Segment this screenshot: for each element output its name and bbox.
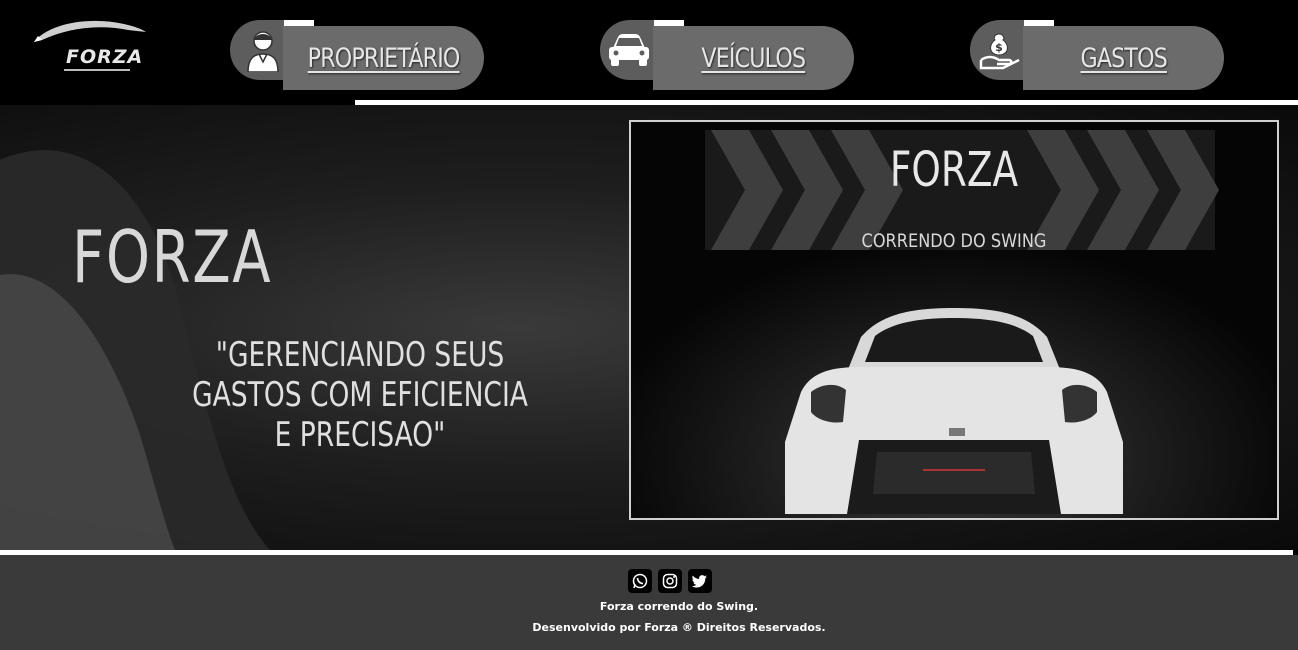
twitter-icon[interactable] (688, 569, 712, 593)
logo-underline (64, 69, 130, 71)
money-hand-icon: $ (978, 28, 1022, 72)
promo-video[interactable]: FORZA CORRENDO DO SWING (629, 120, 1279, 520)
video-title: FORZA (889, 142, 1019, 198)
forza-logo[interactable]: FORZA (28, 14, 152, 78)
social-links (628, 569, 712, 593)
nav-label[interactable]: GASTOS (1080, 43, 1167, 74)
nav-label-box[interactable]: GASTOS (1023, 26, 1224, 90)
whatsapp-icon[interactable] (628, 569, 652, 593)
footer-tagline: Forza correndo do Swing. (599, 600, 759, 613)
video-subtitle: CORRENDO DO SWING (861, 230, 1047, 252)
instagram-icon[interactable] (658, 569, 682, 593)
hero-banner: FORZA "GERENCIANDO SEUS GASTOS COM EFICI… (0, 105, 1298, 550)
nav-label[interactable]: PROPRIETÁRIO (308, 43, 461, 74)
logo-text: FORZA (66, 46, 144, 68)
nav-label-box[interactable]: VEÍCULOS (653, 26, 854, 90)
svg-text:$: $ (995, 41, 1003, 54)
header: FORZA PROPRIETÁRIO VEÍCULOS $ GASTOS (0, 0, 1298, 100)
nav-label[interactable]: VEÍCULOS (702, 43, 807, 74)
nav-label-box[interactable]: PROPRIETÁRIO (283, 26, 484, 90)
person-icon (244, 28, 282, 72)
hero-quote: "GERENCIANDO SEUS GASTOS COM EFICIENCIA … (192, 335, 528, 455)
hero-wave-decoration (0, 150, 270, 550)
footer: Forza correndo do Swing. Desenvolvido po… (0, 555, 1298, 650)
footer-copyright: Desenvolvido por Forza ® Direitos Reserv… (532, 621, 826, 634)
hero-title: FORZA (72, 215, 273, 299)
car-icon (606, 28, 652, 72)
